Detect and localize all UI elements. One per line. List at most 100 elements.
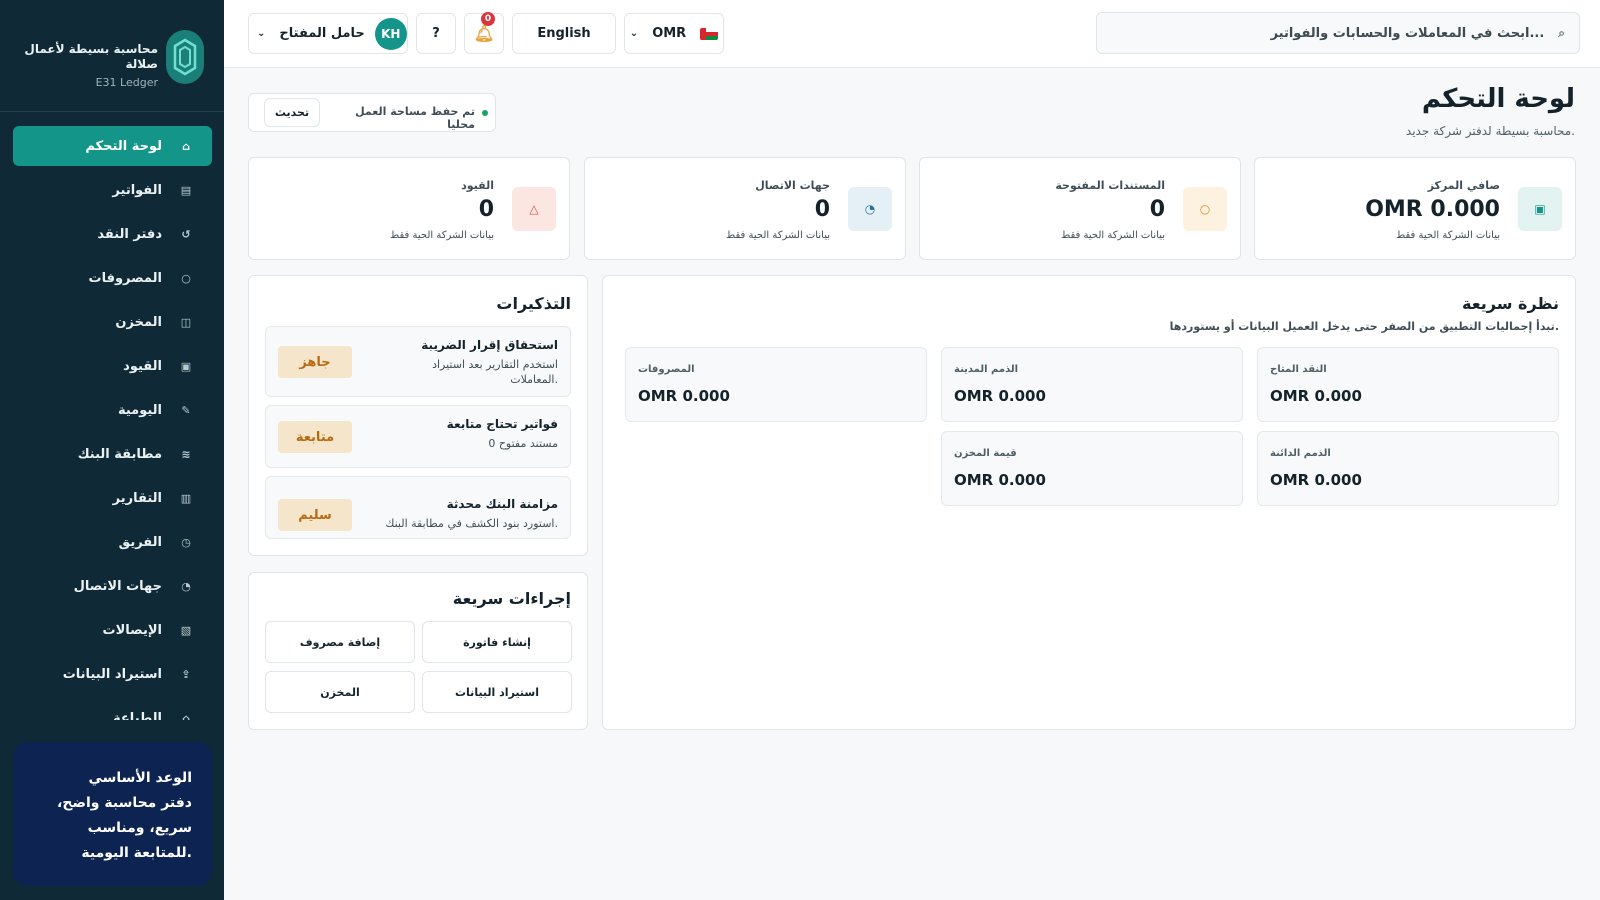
reminder-bank-sync[interactable]: مزامنة البنك محدثة استورد بنود الكشف في …	[265, 476, 571, 539]
contacts-icon: ◔	[181, 579, 191, 593]
invoice-icon: ▤	[180, 183, 192, 197]
sidebar-item-label: التقارير	[112, 490, 162, 506]
metric-value: OMR 0.000	[954, 387, 1046, 405]
reminder-invoices-followup[interactable]: فواتير تحتاج متابعة 0 مستند مفتوح متابعة	[265, 405, 571, 468]
inventory-icon: ◫	[180, 315, 192, 329]
bell-icon: 🔔︎	[473, 24, 495, 43]
metric-label: الذمم الدائنة	[1270, 448, 1331, 459]
quick-actions-panel: إجراءات سريعة إنشاء فاتورة إضافة مصروف ا…	[248, 572, 588, 730]
metric-value: OMR 0.000	[638, 387, 730, 405]
sidebar-item-label: لوحة التحكم	[85, 138, 162, 154]
metric-value: OMR 0.000	[954, 471, 1046, 489]
entries-icon: ▣	[180, 359, 192, 373]
bank-match-icon: ≋	[181, 447, 191, 461]
kpi-card-net-position: ▣ صافي المركز OMR 0.000 بيانات الشركة ال…	[1254, 157, 1576, 260]
kpi-label: صافي المركز	[1427, 179, 1500, 192]
quick-view-subtitle: تبدأ إجماليات التطبيق من الصفر حتى يدخل …	[1169, 320, 1559, 333]
add-expense-button[interactable]: إضافة مصروف	[265, 621, 415, 663]
save-status-text: تم حفظ مساحة العمل محليا	[355, 105, 475, 131]
reminders-panel: التذكيرات استحقاق إقرار الضريبة استخدم ا…	[248, 275, 588, 556]
status-badge: متابعة	[278, 421, 352, 453]
kpi-card-open-documents: ○ المستندات المفتوحة 0 بيانات الشركة الح…	[919, 157, 1241, 260]
sidebar-item-label: الفواتير	[112, 182, 162, 198]
sidebar-item-cashbook[interactable]: ↺ دفتر النقد	[13, 214, 212, 254]
contacts-icon: ◔	[848, 187, 892, 231]
promise-card: الوعد الأساسي دفتر محاسبة واضح، سريع، وم…	[13, 742, 212, 886]
kpi-value: 0	[814, 197, 830, 222]
sidebar-item-team[interactable]: ◷ الفريق	[13, 522, 212, 562]
create-invoice-button[interactable]: إنشاء فاتورة	[422, 621, 572, 663]
expense-icon: ○	[181, 271, 191, 285]
brand-product: E31 Ledger	[95, 76, 158, 89]
balance-icon: ▣	[1518, 187, 1562, 231]
sidebar-item-print[interactable]: ⌂ الطباعة	[13, 698, 212, 721]
currency-selector[interactable]: ⌄ OMR	[624, 13, 724, 54]
kpi-footnote: بيانات الشركة الحية فقط	[1060, 230, 1165, 241]
reminder-subtitle: استخدم التقارير بعد استيراد المعاملات.	[432, 358, 558, 386]
avatar: KH	[374, 17, 407, 50]
sidebar-item-dashboard[interactable]: ⌂ لوحة التحكم	[13, 126, 212, 166]
metric-value: OMR 0.000	[1270, 387, 1362, 405]
sidebar-item-import[interactable]: ⇪ استيراد البيانات	[13, 654, 212, 694]
brand-text: محاسبة بسيطة لأعمال صلالة E31 Ledger	[8, 42, 158, 89]
sidebar-item-bank-reconciliation[interactable]: ≋ مطابقة البنك	[13, 434, 212, 474]
sidebar-item-label: الإيصالات	[102, 622, 162, 638]
reminder-tax-return[interactable]: استحقاق إقرار الضريبة استخدم التقارير بع…	[265, 326, 571, 397]
sidebar-item-label: استيراد البيانات	[62, 666, 162, 682]
sidebar-item-invoices[interactable]: ▤ الفواتير	[13, 170, 212, 210]
kpi-label: جهات الاتصال	[755, 179, 830, 192]
import-data-button[interactable]: استيراد البيانات	[422, 671, 572, 713]
reports-icon: ▥	[180, 491, 192, 505]
help-button[interactable]: ?	[416, 13, 456, 54]
notifications-button[interactable]: 🔔︎ 0	[464, 12, 504, 54]
quick-view-title: نظرة سريعة	[1462, 294, 1559, 313]
status-dot-icon	[482, 110, 488, 116]
home-icon: ⌂	[182, 139, 190, 153]
refresh-button[interactable]: تحديث	[264, 98, 320, 127]
search-input[interactable]: ⌕ ابحث في المعاملات والحسابات والفواتير.…	[1096, 12, 1580, 54]
metric-expenses: المصروفات OMR 0.000	[625, 347, 927, 422]
page-subtitle: محاسبة بسيطة لدفتر شركة جديد.	[1405, 124, 1575, 138]
sidebar-item-label: المصروفات	[88, 270, 163, 286]
sidebar-item-expenses[interactable]: ○ المصروفات	[13, 258, 212, 298]
currency-label: OMR	[652, 26, 687, 41]
logo-icon	[166, 30, 204, 84]
inventory-button[interactable]: المخزن	[265, 671, 415, 713]
sidebar-item-contacts[interactable]: ◔ جهات الاتصال	[13, 566, 212, 606]
sidebar-item-inventory[interactable]: ◫ المخزن	[13, 302, 212, 342]
sidebar-item-label: القيود	[123, 358, 162, 374]
sidebar-item-receipts[interactable]: ▧ الإيصالات	[13, 610, 212, 650]
reminder-title: مزامنة البنك محدثة	[446, 497, 558, 511]
sidebar-item-reports[interactable]: ▥ التقارير	[13, 478, 212, 518]
user-name: حامل المفتاح	[279, 26, 365, 41]
reminders-title: التذكيرات	[496, 294, 571, 313]
kpi-value: 0	[1149, 197, 1165, 222]
sidebar-item-label: جهات الاتصال	[73, 578, 162, 594]
warning-icon: △	[512, 187, 556, 231]
cash-icon: ↺	[181, 227, 191, 241]
chevron-down-icon: ⌄	[629, 28, 639, 39]
kpi-footnote: بيانات الشركة الحية فقط	[1395, 230, 1500, 241]
metric-label: الذمم المدينة	[954, 364, 1019, 375]
user-menu[interactable]: ⌄ حامل المفتاح KH	[248, 13, 408, 54]
metric-payables: الذمم الدائنة OMR 0.000	[1257, 431, 1559, 506]
import-icon: ⇪	[181, 667, 191, 681]
page-title: لوحة التحكم	[1421, 84, 1575, 114]
sidebar-item-label: مطابقة البنك	[77, 446, 162, 462]
notification-count-badge: 0	[481, 12, 495, 26]
sidebar-item-label: اليومية	[117, 402, 162, 418]
sidebar-item-entries[interactable]: ▣ القيود	[13, 346, 212, 386]
print-icon: ⌂	[182, 711, 190, 721]
documents-icon: ○	[1183, 187, 1227, 231]
quick-actions-title: إجراءات سريعة	[452, 589, 571, 608]
sidebar: محاسبة بسيطة لأعمال صلالة E31 Ledger ⌂ ل…	[0, 0, 224, 900]
language-button[interactable]: English	[512, 13, 616, 54]
reminder-title: استحقاق إقرار الضريبة	[421, 338, 558, 352]
kpi-value: OMR 0.000	[1365, 197, 1500, 222]
kpi-value: 0	[478, 197, 494, 222]
sidebar-item-journal[interactable]: ✎ اليومية	[13, 390, 212, 430]
help-icon: ?	[432, 26, 440, 41]
kpi-card-contacts: ◔ جهات الاتصال 0 بيانات الشركة الحية فقط	[584, 157, 906, 260]
brand-name: محاسبة بسيطة لأعمال صلالة	[24, 42, 158, 71]
top-bar: ⌕ ابحث في المعاملات والحسابات والفواتير.…	[224, 0, 1600, 68]
